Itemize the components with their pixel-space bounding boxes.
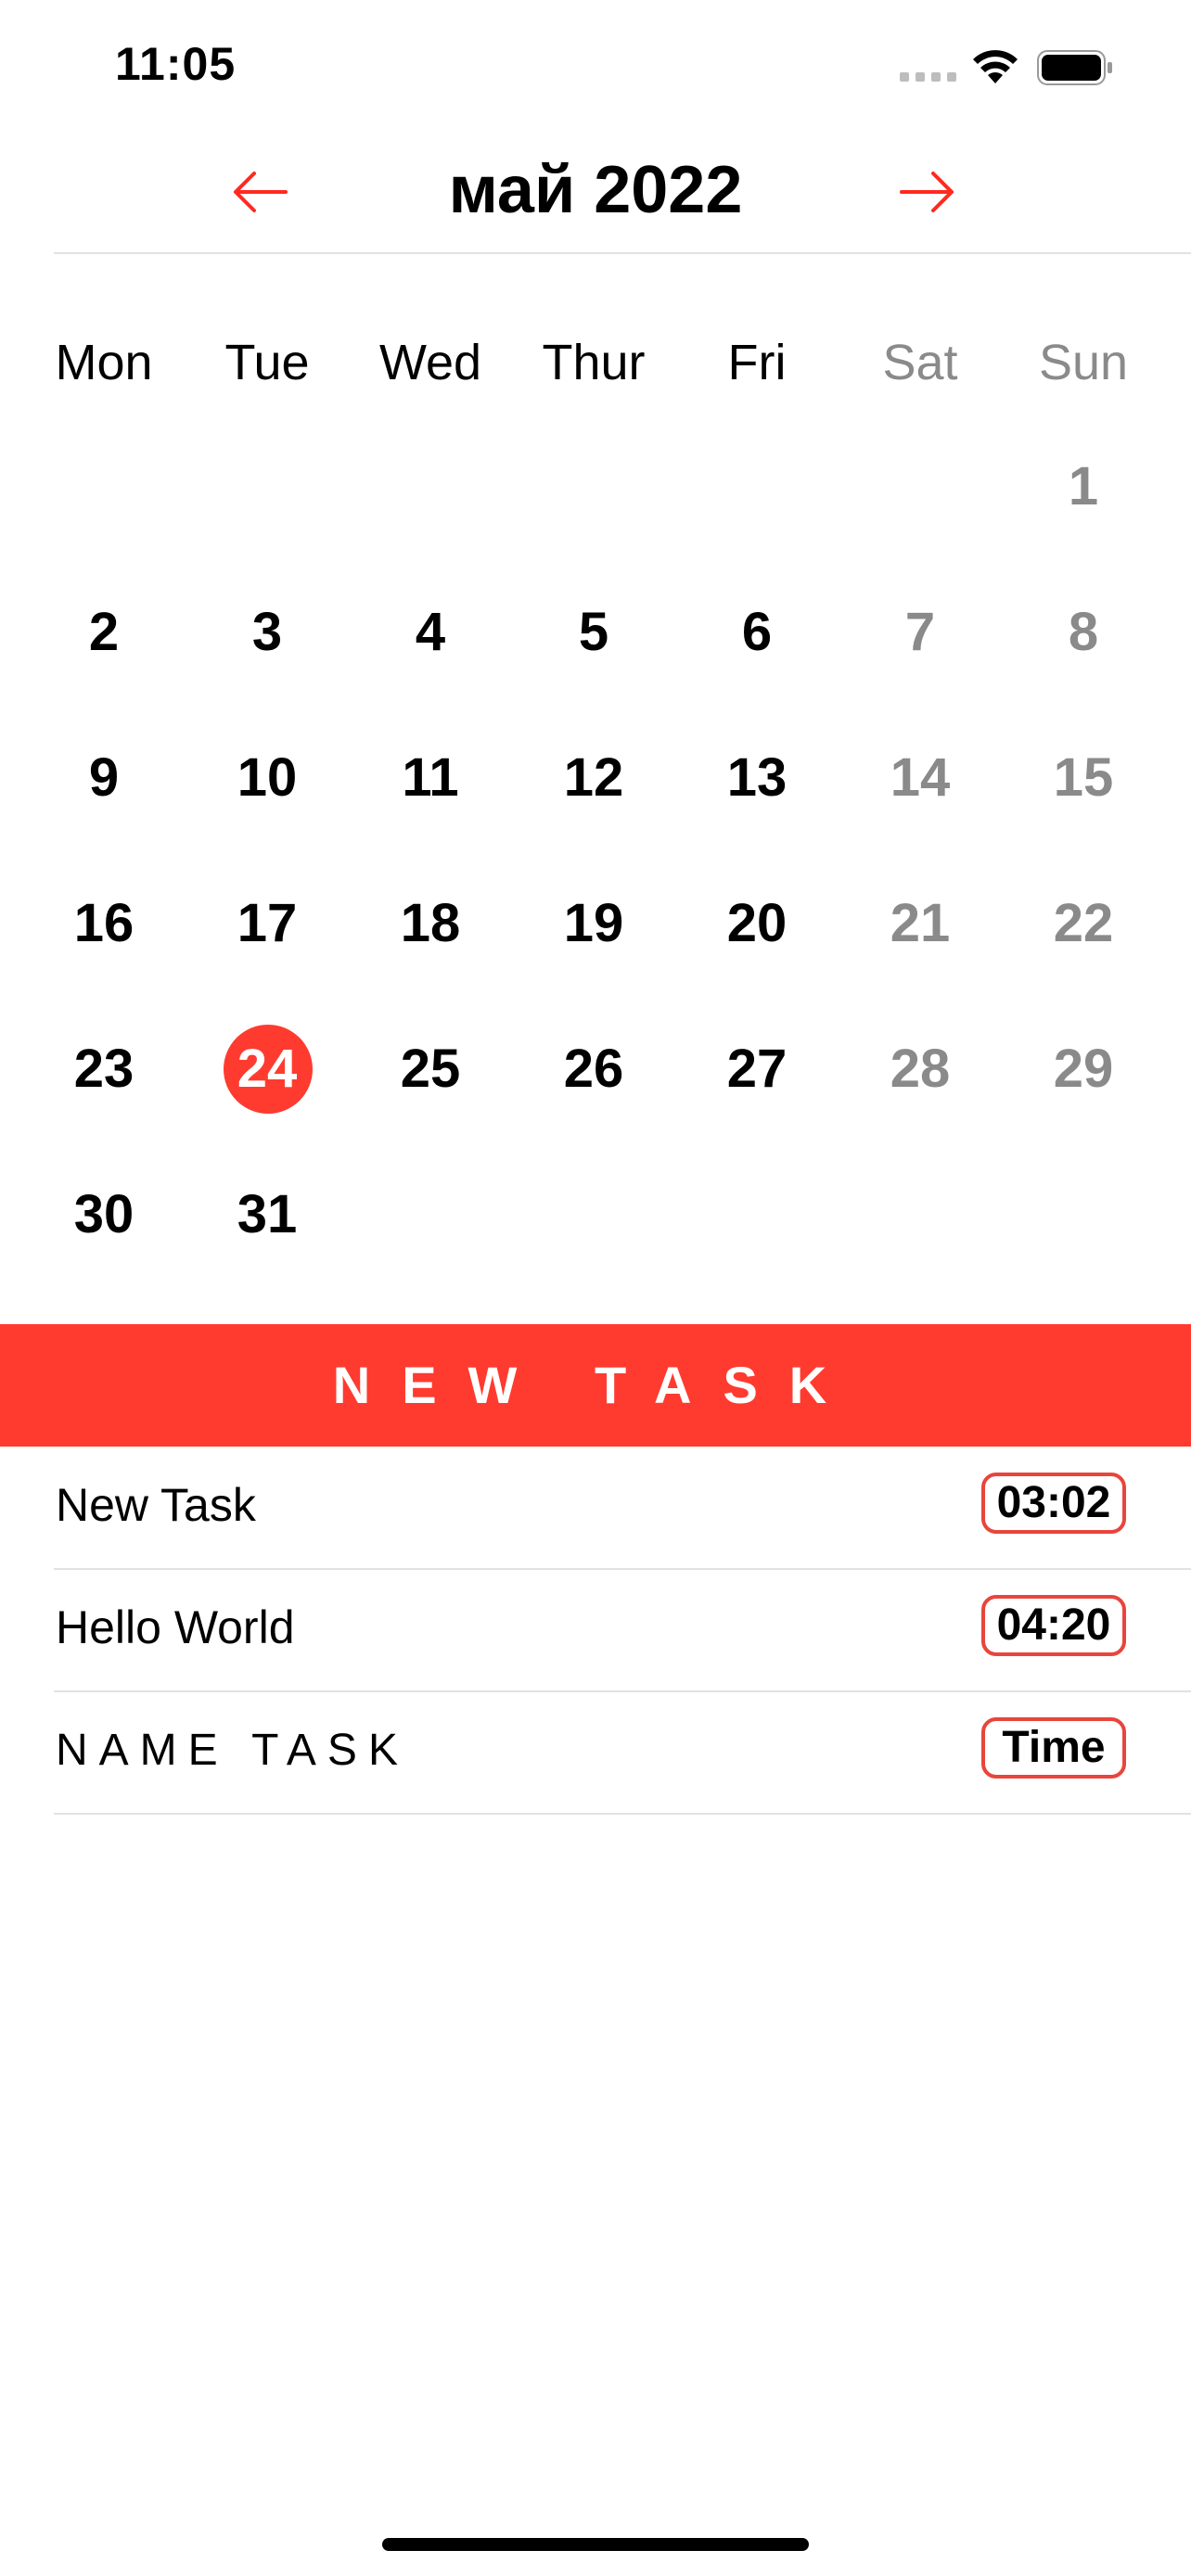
new-task-row[interactable]: NAME TASK Time (0, 1691, 1191, 1814)
calendar-day[interactable]: 3 (186, 591, 349, 674)
calendar-day[interactable]: 14 (839, 736, 1002, 820)
weekday-label: Sat (882, 335, 958, 390)
calendar-day[interactable]: 1 (1002, 445, 1165, 529)
task-row[interactable]: Hello World 04:20 (0, 1569, 1191, 1691)
calendar-day[interactable]: 12 (512, 736, 675, 820)
calendar-day[interactable]: 19 (512, 882, 675, 965)
task-time[interactable]: 03:02 (981, 1473, 1126, 1534)
status-bar: 11:05 (0, 0, 1191, 130)
calendar-day-selected[interactable]: 24 (186, 1025, 349, 1114)
weekday-label: Fri (727, 335, 787, 390)
weekday-label: Mon (55, 335, 153, 390)
task-time-input[interactable]: Time (981, 1717, 1126, 1779)
weekday-label: Sun (1038, 335, 1129, 390)
weekday-header: Mon Tue Wed Thur Fri Sat Sun (22, 334, 1165, 408)
calendar-day[interactable]: 5 (512, 591, 675, 674)
calendar-day[interactable]: 26 (512, 1027, 675, 1111)
wifi-icon (973, 50, 1018, 83)
calendar-day[interactable]: 28 (839, 1027, 1002, 1111)
calendar-day[interactable]: 6 (675, 591, 839, 674)
calendar-day[interactable]: 16 (22, 882, 186, 965)
calendar-day[interactable]: 2 (22, 591, 186, 674)
calendar-day[interactable]: 9 (22, 736, 186, 820)
battery-icon (1037, 50, 1112, 85)
calendar-day[interactable]: 13 (675, 736, 839, 820)
task-row[interactable]: New Task 03:02 (0, 1447, 1191, 1569)
calendar-day[interactable]: 4 (349, 591, 512, 674)
row-divider (54, 1813, 1191, 1815)
calendar-day[interactable]: 8 (1002, 591, 1165, 674)
month-title: май 2022 (448, 153, 743, 227)
calendar-day[interactable]: 7 (839, 591, 1002, 674)
header-divider (54, 252, 1191, 254)
weekday-label: Thur (542, 335, 646, 390)
calendar-day[interactable]: 23 (22, 1027, 186, 1111)
calendar-day[interactable]: 15 (1002, 736, 1165, 820)
calendar-day[interactable]: 20 (675, 882, 839, 965)
task-name-input[interactable]: NAME TASK (56, 1725, 409, 1776)
calendar-day[interactable]: 10 (186, 736, 349, 820)
arrow-right-icon[interactable] (894, 159, 959, 224)
calendar-day[interactable]: 11 (349, 736, 512, 820)
calendar-day[interactable]: 29 (1002, 1027, 1165, 1111)
cellular-signal-icon (900, 67, 957, 82)
calendar-day[interactable]: 22 (1002, 882, 1165, 965)
weekday-label: Tue (224, 335, 310, 390)
new-task-button[interactable]: NEW TASK (0, 1324, 1191, 1447)
calendar-grid: 1 2 3 4 5 6 7 8 9 10 11 12 13 14 15 16 17 18 19 20 21 22 23 24 2… (22, 445, 1165, 1280)
task-name: New Task (56, 1479, 256, 1531)
calendar-day[interactable]: 18 (349, 882, 512, 965)
home-indicator (382, 2538, 809, 2551)
task-name: Hello World (56, 1601, 295, 1653)
calendar-day[interactable]: 25 (349, 1027, 512, 1111)
weekday-label: Wed (378, 335, 482, 390)
task-time[interactable]: 04:20 (981, 1595, 1126, 1656)
calendar-day[interactable]: 27 (675, 1027, 839, 1111)
calendar-day[interactable]: 30 (22, 1173, 186, 1256)
month-header: май 2022 (0, 139, 1191, 254)
calendar-day[interactable]: 17 (186, 882, 349, 965)
calendar-day[interactable]: 31 (186, 1173, 349, 1256)
calendar-day[interactable]: 21 (839, 882, 1002, 965)
status-time: 11:05 (115, 38, 237, 90)
